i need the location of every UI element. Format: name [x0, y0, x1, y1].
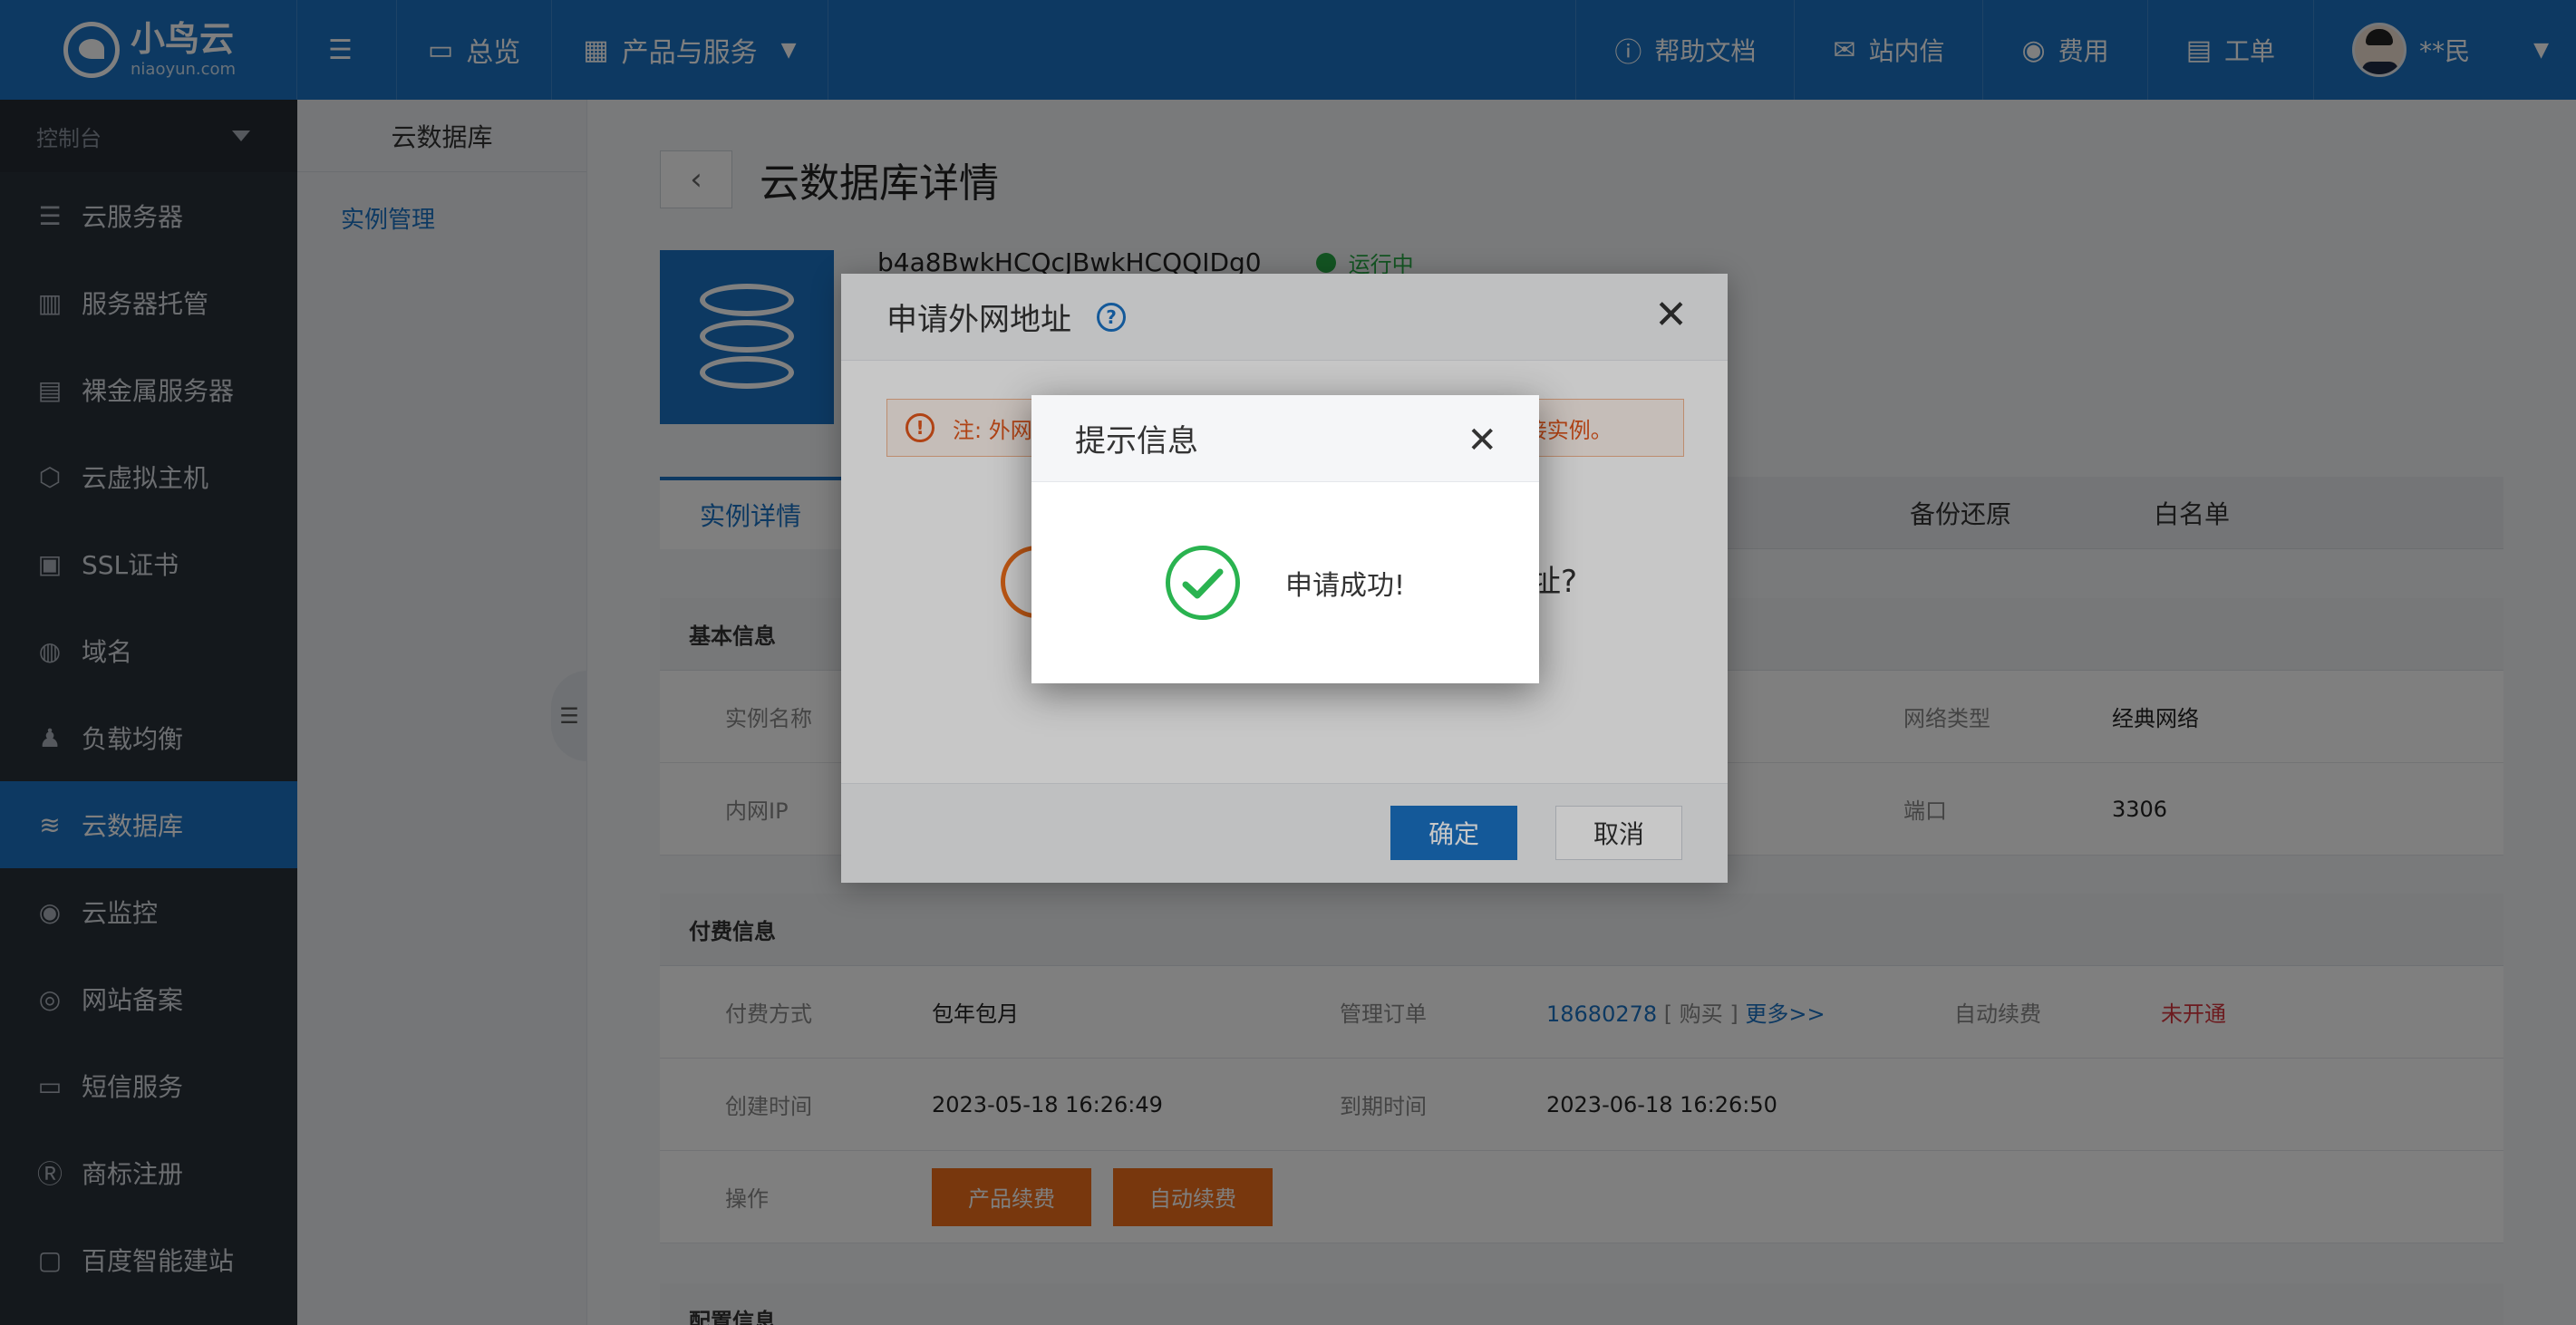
success-message: 申请成功!: [1284, 570, 1406, 602]
info-dialog-header: 提示信息 ✕: [1031, 395, 1539, 482]
success-check-icon: [1165, 546, 1240, 620]
close-icon[interactable]: ✕: [1467, 422, 1497, 459]
info-dialog-title: 提示信息: [1075, 423, 1198, 459]
info-dialog: 提示信息 ✕ 申请成功!: [1031, 395, 1539, 683]
info-dialog-body: 申请成功!: [1031, 482, 1539, 683]
